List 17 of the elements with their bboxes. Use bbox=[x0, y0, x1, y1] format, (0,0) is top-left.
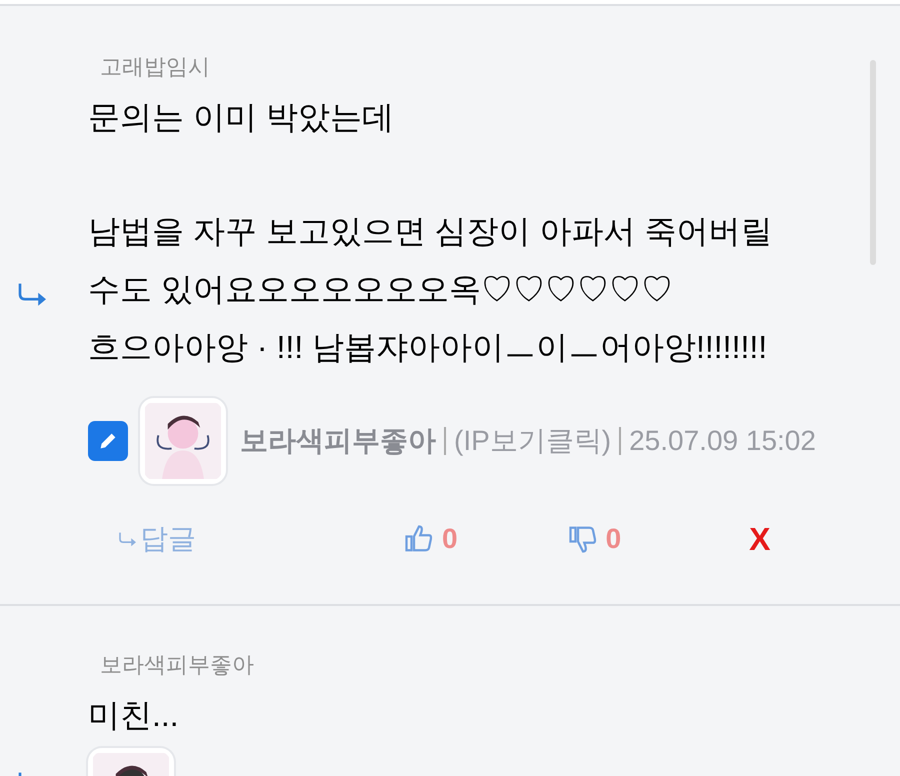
like-button[interactable]: 0 bbox=[404, 518, 458, 560]
scrollbar[interactable] bbox=[870, 60, 876, 265]
reply-to-name: 보라색피부좋아 bbox=[100, 651, 255, 679]
reply-button[interactable]: 답글 bbox=[118, 518, 196, 560]
author-name[interactable]: 보라색피부좋아 bbox=[240, 420, 436, 462]
delete-button[interactable]: X bbox=[749, 515, 770, 563]
thumbs-down-icon bbox=[568, 524, 598, 554]
comment-text: 문의는 이미 박았는데 bbox=[88, 98, 395, 137]
edit-button[interactable] bbox=[88, 421, 128, 461]
reply-to-name: 고래밥임시 bbox=[100, 53, 211, 81]
thumbs-up-icon bbox=[404, 524, 434, 554]
comment-text: 미친... bbox=[88, 696, 180, 735]
comment-date: 25.07.09 15:02 bbox=[629, 424, 816, 458]
ip-link[interactable]: (IP보기클릭) bbox=[454, 420, 612, 462]
dislike-button[interactable]: 0 bbox=[568, 518, 622, 560]
comment-text: 남법을 자꾸 보고있으면 심장이 아파서 죽어버릴 수도 있어요오오오오오오옥♡♡♡♡♡♡ 흐으아아앙 · !!! 남봅쟈아아이ㅡ이ㅡ어아앙!!!!!!!! bbox=[88, 212, 774, 367]
reply-arrow-icon bbox=[118, 531, 138, 547]
